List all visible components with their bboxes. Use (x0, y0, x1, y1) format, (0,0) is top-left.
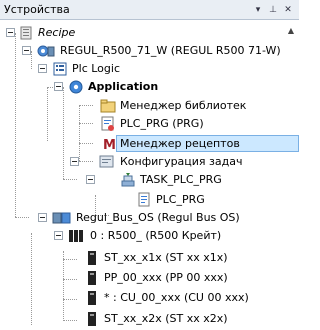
project-icon (18, 25, 34, 41)
module-icon (84, 270, 100, 286)
tree-row-device[interactable]: REGUL_R500_71_W (REGUL R500 71-W) (0, 42, 299, 60)
tree-label-rack: 0 : R500_ (R500 Крейт) (90, 229, 222, 242)
tree-row-task-plc-prg[interactable]: TASK_PLC_PRG (0, 171, 299, 189)
library-icon (100, 98, 116, 114)
collapse-toggle-icon[interactable] (86, 175, 95, 184)
tree-row-library-manager[interactable]: Менеджер библиотек (0, 97, 299, 115)
panel-titlebar: Устройства ▾ ⊥ ✕ (0, 0, 299, 20)
tree-label-task-plc-prg: TASK_PLC_PRG (140, 173, 222, 186)
tree-label-task-plc-prg-call: PLC_PRG (156, 193, 205, 206)
tree-label-library-manager: Менеджер библиотек (120, 99, 247, 112)
task-icon (120, 172, 136, 188)
device-tree: Recipe REGUL_R500_71_W (REGUL R500 71-W) (0, 20, 299, 329)
collapse-toggle-icon[interactable] (22, 46, 31, 55)
tree-row-task-plc-prg-call[interactable]: PLC_PRG (0, 191, 299, 209)
collapse-toggle-icon[interactable] (54, 231, 63, 240)
module-icon (84, 250, 100, 266)
svg-text:M: M (103, 138, 116, 152)
tree-row-module-4[interactable]: ST_xx_x2x (ST xx x2x) (0, 310, 299, 328)
tree-row-plc-prg[interactable]: PLC_PRG (PRG) (0, 115, 299, 133)
tree-label-plc-logic: Plc Logic (72, 62, 120, 75)
tree-row-rack[interactable]: 0 : R500_ (R500 Крейт) (0, 227, 299, 245)
tree-row-task-config[interactable]: Конфигурация задач (0, 153, 299, 171)
tree-row-module-2[interactable]: PP_00_xxx (PP 00 xxx) (0, 269, 299, 287)
tree-label-module-4: ST_xx_x2x (ST xx x2x) (104, 312, 228, 325)
tree-label-device: REGUL_R500_71_W (REGUL R500 71-W) (60, 44, 281, 57)
module-icon (84, 311, 100, 327)
tree-row-recipe[interactable]: Recipe (0, 24, 299, 42)
collapse-toggle-icon[interactable] (38, 64, 47, 73)
tree-label-recipe: Recipe (38, 26, 76, 39)
pin-icon[interactable]: ⊥ (266, 3, 280, 17)
devices-panel: Устройства ▾ ⊥ ✕ ▲ Recipe REGUL_R500_71_… (0, 0, 299, 329)
bus-icon (52, 210, 71, 226)
task-config-icon (98, 154, 114, 170)
tree-label-application: Application (88, 80, 159, 93)
tree-label-module-1: ST_xx_x1x (ST xx x1x) (104, 251, 228, 264)
tree-row-plc-logic[interactable]: Plc Logic (0, 60, 299, 78)
collapse-toggle-icon[interactable] (38, 213, 47, 222)
tree-label-module-2: PP_00_xxx (PP 00 xxx) (104, 271, 228, 284)
program-icon (100, 116, 116, 132)
program-call-icon (136, 192, 152, 208)
tree-label-module-3: * : CU_00_xxx (CU 00 xxx) (104, 291, 249, 304)
collapse-toggle-icon[interactable] (70, 157, 79, 166)
tree-label-task-config: Конфигурация задач (120, 155, 243, 168)
tree-row-recipe-manager[interactable]: M Менеджер рецептов (0, 135, 299, 153)
tree-row-bus[interactable]: Regul_Bus_OS (Regul Bus OS) (0, 209, 299, 227)
plc-logic-icon (52, 61, 68, 77)
dropdown-icon[interactable]: ▾ (251, 3, 265, 17)
recipe-manager-icon: M (100, 136, 116, 153)
module-icon (84, 290, 100, 306)
collapse-toggle-icon[interactable] (54, 82, 63, 91)
tree-label-plc-prg: PLC_PRG (PRG) (120, 117, 204, 130)
tree-label-recipe-manager: Менеджер рецептов (120, 137, 240, 150)
tree-row-application[interactable]: Application (0, 78, 299, 96)
tree-row-module-1[interactable]: ST_xx_x1x (ST xx x1x) (0, 249, 299, 267)
application-gear-icon (68, 79, 84, 95)
tree-label-bus: Regul_Bus_OS (Regul Bus OS) (76, 211, 240, 224)
collapse-toggle-icon[interactable] (6, 28, 15, 37)
device-gear-icon (36, 43, 55, 59)
close-icon[interactable]: ✕ (281, 3, 295, 17)
tree-row-module-3[interactable]: * : CU_00_xxx (CU 00 xxx) (0, 289, 299, 307)
panel-title: Устройства (4, 3, 70, 16)
rack-icon (68, 228, 84, 244)
